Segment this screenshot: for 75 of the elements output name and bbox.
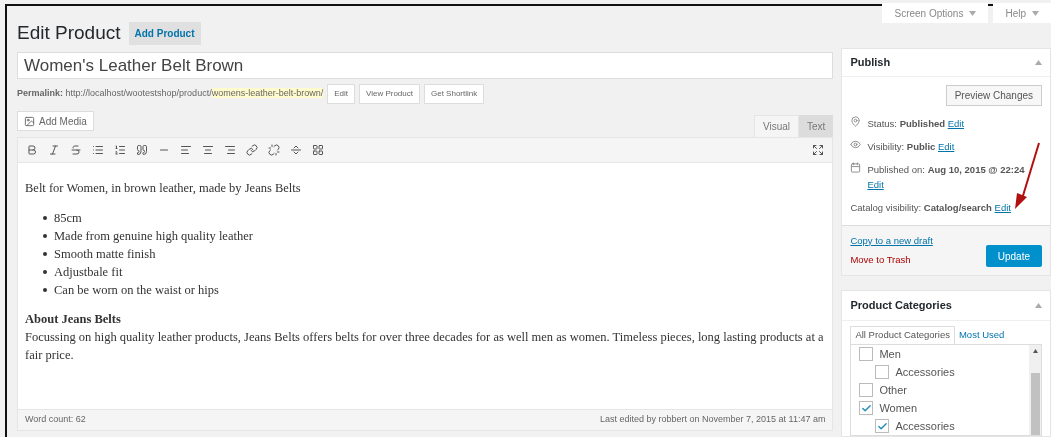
eye-icon: [850, 138, 862, 150]
read-more-icon[interactable]: [290, 144, 302, 156]
align-right-icon[interactable]: [224, 144, 236, 156]
scrollbar[interactable]: [1029, 345, 1041, 435]
editor-tab[interactable]: Text: [799, 115, 834, 137]
edit-link[interactable]: Edit: [867, 178, 884, 190]
quote-icon[interactable]: [136, 144, 148, 156]
publish-setting: Status: Published Edit: [867, 116, 965, 131]
align-left-icon[interactable]: [180, 144, 192, 156]
media-icon: [24, 115, 35, 127]
list-item: Can be worn on the waist or hips: [54, 282, 219, 299]
checkbox[interactable]: [859, 401, 874, 415]
preview-changes-button[interactable]: Preview Changes: [945, 84, 1042, 106]
paragraph: Belt for Women, in brown leather, made by Jeans Belts: [25, 180, 302, 197]
bullet-icon: [43, 288, 47, 292]
fullscreen-icon[interactable]: [812, 144, 825, 156]
list-item: Adjustbale fit: [54, 264, 123, 281]
publish-setting: Visibility: Public Edit: [867, 139, 955, 154]
toolbar-toggle-icon[interactable]: [312, 144, 324, 156]
edit-link[interactable]: Edit: [938, 140, 955, 152]
strikethrough-icon[interactable]: [70, 144, 82, 156]
checkbox[interactable]: [859, 383, 874, 397]
box-title: Publish: [850, 54, 891, 70]
bullet-icon: [43, 216, 47, 220]
link-icon[interactable]: [246, 144, 258, 156]
update-button[interactable]: Update: [985, 245, 1042, 267]
category-tab[interactable]: Most Used: [954, 326, 1009, 344]
trash-link[interactable]: Move to Trash: [850, 252, 933, 267]
calendar-icon: [850, 161, 862, 173]
paragraph: Focussing on high quality leather products, Jeans Belts offers belts for over three decades for as well men as women. Timeless pieces, long lasting products at a fair price.: [25, 329, 825, 364]
category-label: Women: [879, 400, 918, 416]
permalink-button[interactable]: Get Shortlink: [424, 84, 485, 104]
title-field[interactable]: Women's Leather Belt Brown: [17, 52, 834, 79]
bold-icon[interactable]: [26, 144, 38, 156]
box-title: Product Categories: [850, 298, 952, 314]
edit-link[interactable]: Edit: [947, 117, 965, 129]
checkbox[interactable]: [875, 419, 890, 433]
editor-tab[interactable]: Visual: [754, 115, 800, 137]
top-tab-button[interactable]: Help: [993, 3, 1051, 23]
category-label: Accessories: [895, 364, 955, 380]
scroll-up-arrow-icon[interactable]: [1032, 349, 1038, 353]
align-center-icon[interactable]: [202, 144, 214, 156]
checkbox[interactable]: [859, 347, 874, 361]
copy-draft-link[interactable]: Copy to a new draft: [850, 233, 933, 248]
numbered-list-icon[interactable]: [114, 144, 126, 156]
bullet-icon: [43, 234, 47, 238]
page-title: Edit Product: [17, 20, 121, 45]
permalink-button[interactable]: Edit: [327, 84, 355, 104]
category-label: Men: [879, 346, 901, 362]
top-tab-button[interactable]: Screen Options: [882, 3, 989, 23]
add-media-button[interactable]: Add Media: [17, 111, 94, 131]
heading: About Jeans Belts: [25, 311, 122, 328]
pin-icon: [850, 115, 862, 127]
bullet-icon: [43, 270, 47, 274]
italic-icon[interactable]: [48, 144, 60, 156]
caret-icon: [969, 10, 977, 16]
caret-icon: [1032, 10, 1039, 16]
bullet-icon: [43, 252, 47, 256]
checkbox[interactable]: [875, 365, 890, 379]
list-item: 85cm: [54, 210, 82, 227]
word-count: Word count: 62: [25, 413, 86, 427]
category-label: Other: [879, 382, 907, 398]
category-label: Accessories: [895, 418, 955, 434]
unlink-icon[interactable]: [268, 144, 280, 156]
last-edited: Last edited by robbert on November 7, 2015 at 11:47 am: [599, 413, 826, 427]
category-tab[interactable]: All Product Categories: [850, 326, 955, 344]
publish-setting: Published on: Aug 10, 2015 @ 22:24 Edit: [867, 162, 1026, 192]
edit-link[interactable]: Edit: [994, 201, 1011, 213]
permalink-text: Permalink: http://localhost/wootestshop/product/womens-leather-belt-brown/: [17, 87, 324, 101]
bulleted-list-icon[interactable]: [92, 144, 104, 156]
publish-setting: Catalog visibility: Catalog/search Edit: [850, 200, 1011, 215]
list-item: Made from genuine high quality leather: [54, 228, 253, 245]
list-item: Smooth matte finish: [54, 246, 156, 263]
add-product-button[interactable]: Add Product: [128, 21, 201, 45]
permalink-button[interactable]: View Product: [359, 84, 420, 104]
